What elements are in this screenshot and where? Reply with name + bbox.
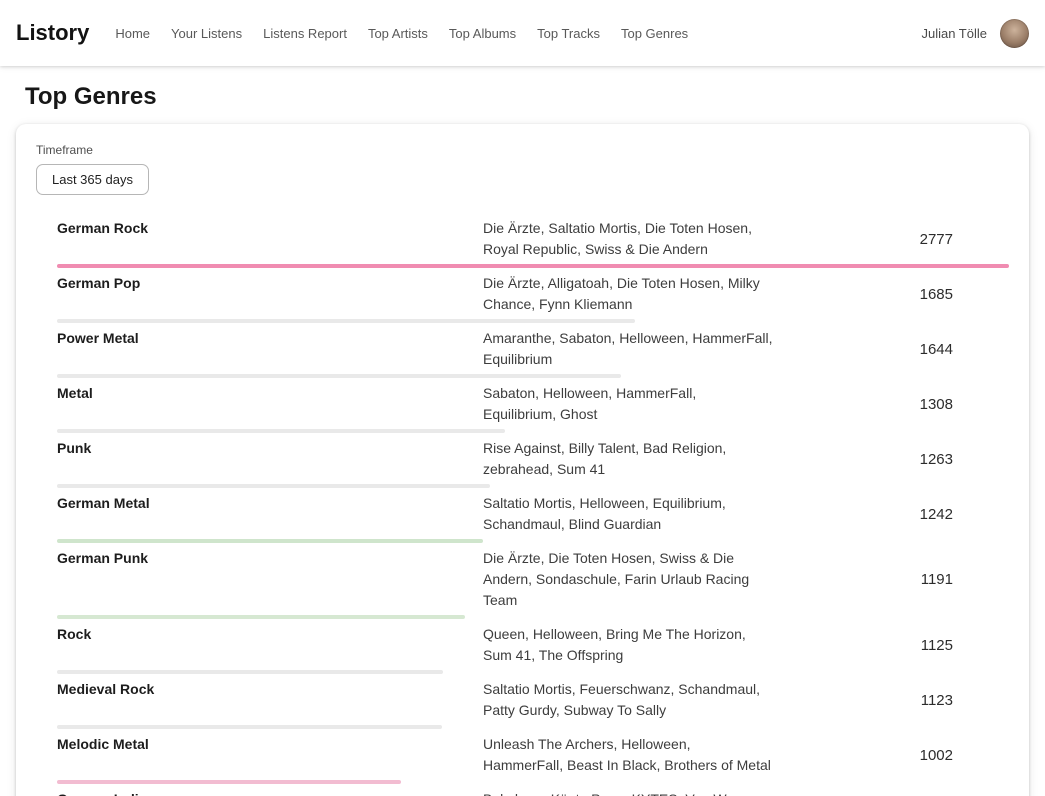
genre-count: 1242 xyxy=(783,506,1009,523)
app-root: Listory Home Your Listens Listens Report… xyxy=(0,0,1045,796)
nav-item-your-listens[interactable]: Your Listens xyxy=(171,26,242,41)
top-genres-card: Timeframe Last 365 days German Rock Die … xyxy=(16,124,1029,796)
genre-row-main: German Punk Die Ärzte, Die Toten Hosen, … xyxy=(57,548,1009,611)
genre-row-main: Melodic Metal Unleash The Archers, Hello… xyxy=(57,734,1009,776)
user-avatar[interactable] xyxy=(1000,19,1029,48)
genre-artists: Unleash The Archers, Helloween, HammerFa… xyxy=(483,734,783,776)
timeframe-select[interactable]: Last 365 days xyxy=(36,164,149,195)
genre-count: 1644 xyxy=(783,341,1009,358)
genre-count: 1002 xyxy=(783,747,1009,764)
genre-name: Medieval Rock xyxy=(57,679,483,700)
genre-row: Punk Rise Against, Billy Talent, Bad Rel… xyxy=(57,433,1009,488)
genre-row-main: Metal Sabaton, Helloween, HammerFall, Eq… xyxy=(57,383,1009,425)
genre-count: 1308 xyxy=(783,396,1009,413)
genre-name: German Pop xyxy=(57,273,483,294)
genre-name: German Indie xyxy=(57,789,483,796)
genre-artists: Sabaton, Helloween, HammerFall, Equilibr… xyxy=(483,383,783,425)
genre-count: 1685 xyxy=(783,286,1009,303)
genre-name: Punk xyxy=(57,438,483,459)
genre-row: German Punk Die Ärzte, Die Toten Hosen, … xyxy=(57,543,1009,619)
genre-row-main: Power Metal Amaranthe, Sabaton, Hellowee… xyxy=(57,328,1009,370)
genre-artists: Queen, Helloween, Bring Me The Horizon, … xyxy=(483,624,783,666)
genre-table: German Rock Die Ärzte, Saltatio Mortis, … xyxy=(36,213,1009,796)
page-title: Top Genres xyxy=(25,83,1045,111)
nav-item-top-genres[interactable]: Top Genres xyxy=(621,26,688,41)
genre-row-main: German Rock Die Ärzte, Saltatio Mortis, … xyxy=(57,218,1009,260)
timeframe-filter: Timeframe Last 365 days xyxy=(36,143,1009,195)
genre-artists: Amaranthe, Sabaton, Helloween, HammerFal… xyxy=(483,328,783,370)
genre-name: German Punk xyxy=(57,548,483,569)
nav-item-top-artists[interactable]: Top Artists xyxy=(368,26,428,41)
genre-row-main: Medieval Rock Saltatio Mortis, Feuerschw… xyxy=(57,679,1009,721)
genre-count: 1191 xyxy=(783,571,1009,588)
nav-item-top-tracks[interactable]: Top Tracks xyxy=(537,26,600,41)
nav-item-listens-report[interactable]: Listens Report xyxy=(263,26,347,41)
genre-artists: Die Ärzte, Saltatio Mortis, Die Toten Ho… xyxy=(483,218,783,260)
genre-row: Metal Sabaton, Helloween, HammerFall, Eq… xyxy=(57,378,1009,433)
timeframe-label: Timeframe xyxy=(36,143,1009,157)
genre-row: German Indie Bukahara, Käptn Peng, KYTES… xyxy=(57,784,1009,796)
genre-row: Melodic Metal Unleash The Archers, Hello… xyxy=(57,729,1009,784)
genre-row: German Rock Die Ärzte, Saltatio Mortis, … xyxy=(57,213,1009,268)
genre-row: German Pop Die Ärzte, Alligatoah, Die To… xyxy=(57,268,1009,323)
genre-row: Rock Queen, Helloween, Bring Me The Hori… xyxy=(57,619,1009,674)
genre-name: German Rock xyxy=(57,218,483,239)
user-name: Julian Tölle xyxy=(921,26,987,41)
genre-count: 1123 xyxy=(783,692,1009,709)
user-menu[interactable]: Julian Tölle xyxy=(921,19,1029,48)
genre-row: Medieval Rock Saltatio Mortis, Feuerschw… xyxy=(57,674,1009,729)
genre-count: 1125 xyxy=(783,637,1009,654)
genre-row-main: Rock Queen, Helloween, Bring Me The Hori… xyxy=(57,624,1009,666)
nav-links: Home Your Listens Listens Report Top Art… xyxy=(115,26,921,41)
genre-name: Rock xyxy=(57,624,483,645)
genre-count: 2777 xyxy=(783,231,1009,248)
genre-name: Power Metal xyxy=(57,328,483,349)
genre-name: German Metal xyxy=(57,493,483,514)
genre-artists: Die Ärzte, Alligatoah, Die Toten Hosen, … xyxy=(483,273,783,315)
genre-row-main: German Pop Die Ärzte, Alligatoah, Die To… xyxy=(57,273,1009,315)
genre-name: Melodic Metal xyxy=(57,734,483,755)
top-nav: Listory Home Your Listens Listens Report… xyxy=(0,0,1045,66)
nav-item-top-albums[interactable]: Top Albums xyxy=(449,26,516,41)
genre-row: Power Metal Amaranthe, Sabaton, Hellowee… xyxy=(57,323,1009,378)
genre-row-main: German Metal Saltatio Mortis, Helloween,… xyxy=(57,493,1009,535)
genre-count: 1263 xyxy=(783,451,1009,468)
genre-artists: Rise Against, Billy Talent, Bad Religion… xyxy=(483,438,783,480)
genre-name: Metal xyxy=(57,383,483,404)
genre-artists: Die Ärzte, Die Toten Hosen, Swiss & Die … xyxy=(483,548,783,611)
genre-row-main: Punk Rise Against, Billy Talent, Bad Rel… xyxy=(57,438,1009,480)
genre-artists: Saltatio Mortis, Feuerschwanz, Schandmau… xyxy=(483,679,783,721)
genre-row: German Metal Saltatio Mortis, Helloween,… xyxy=(57,488,1009,543)
genre-artists: Bukahara, Käptn Peng, KYTES, Von Wegen L… xyxy=(483,789,783,796)
timeframe-value: Last 365 days xyxy=(52,172,133,187)
app-logo[interactable]: Listory xyxy=(16,20,89,46)
genre-artists: Saltatio Mortis, Helloween, Equilibrium,… xyxy=(483,493,783,535)
nav-item-home[interactable]: Home xyxy=(115,26,150,41)
genre-row-main: German Indie Bukahara, Käptn Peng, KYTES… xyxy=(57,789,1009,796)
